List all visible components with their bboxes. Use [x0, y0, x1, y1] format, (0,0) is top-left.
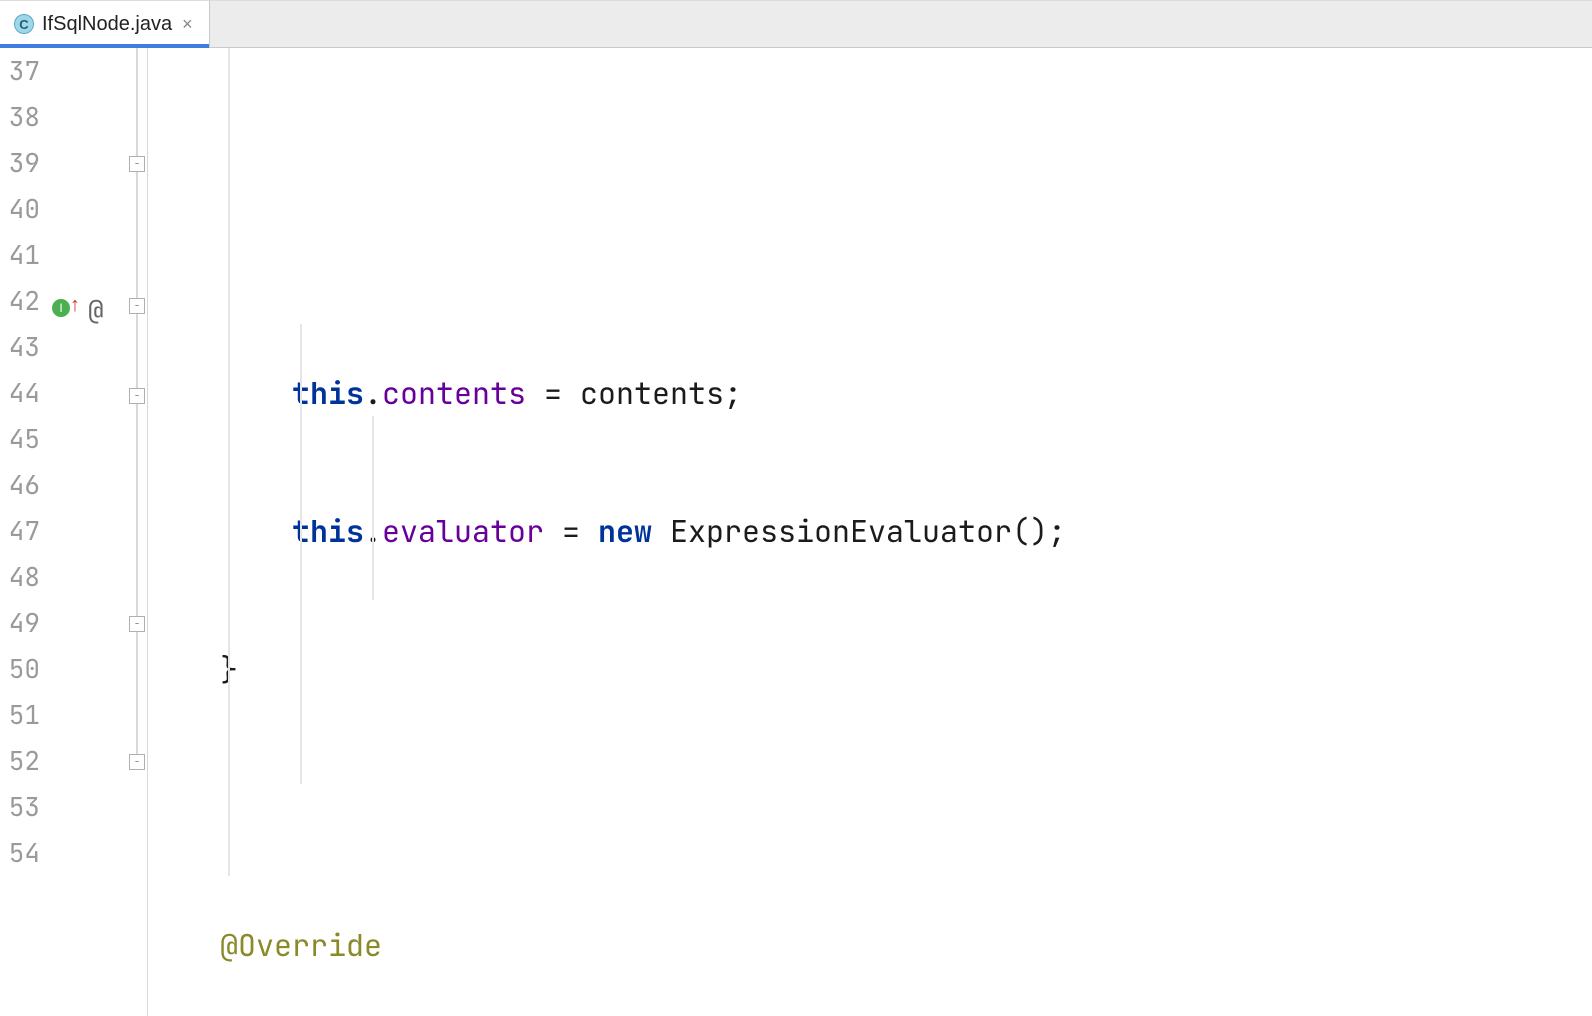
code-line: @Override [148, 922, 1592, 968]
line-number: 43 [0, 324, 40, 370]
fold-handle-icon[interactable]: − [129, 616, 145, 632]
gutter-markers: I ↑ @ [48, 48, 126, 1016]
line-number: 54 [0, 830, 40, 876]
code-editor[interactable]: 373839404142434445464748495051525354 I ↑… [0, 48, 1592, 1016]
tab-label: IfSqlNode.java [42, 13, 172, 36]
fold-handle-icon[interactable]: − [129, 298, 145, 314]
line-number: 51 [0, 692, 40, 738]
close-icon[interactable]: × [180, 14, 195, 35]
line-number: 48 [0, 554, 40, 600]
line-number: 39 [0, 140, 40, 186]
override-implements-icon[interactable]: I [52, 299, 70, 317]
line-number: 37 [0, 48, 40, 94]
line-number: 46 [0, 462, 40, 508]
line-number: 50 [0, 646, 40, 692]
editor-tabbar: C IfSqlNode.java × [0, 0, 1592, 48]
line-number: 47 [0, 508, 40, 554]
code-line: this.evaluator = new ExpressionEvaluator… [148, 508, 1592, 554]
code-line: } [148, 646, 1592, 692]
line-number: 41 [0, 232, 40, 278]
line-number-gutter: 373839404142434445464748495051525354 [0, 48, 48, 1016]
line-number: 52 [0, 738, 40, 784]
tab-ifsqlnode[interactable]: C IfSqlNode.java × [0, 1, 210, 47]
fold-handle-icon[interactable]: − [129, 156, 145, 172]
code-line [148, 784, 1592, 830]
class-file-icon: C [14, 14, 34, 34]
fold-gutter: − − − − − [126, 48, 148, 1016]
code-line: this.contents = contents; [148, 370, 1592, 416]
line-number: 40 [0, 186, 40, 232]
line-number: 53 [0, 784, 40, 830]
fold-handle-icon[interactable]: − [129, 388, 145, 404]
line-number: 44 [0, 370, 40, 416]
code-area[interactable]: this.contents = contents; this.evaluator… [148, 48, 1592, 1016]
line-number: 38 [0, 94, 40, 140]
annotation-gutter-icon[interactable]: @ [88, 292, 104, 327]
fold-handle-icon[interactable]: − [129, 754, 145, 770]
navigate-super-icon[interactable]: ↑ [70, 294, 80, 317]
line-number: 49 [0, 600, 40, 646]
line-number: 42 [0, 278, 40, 324]
line-number: 45 [0, 416, 40, 462]
